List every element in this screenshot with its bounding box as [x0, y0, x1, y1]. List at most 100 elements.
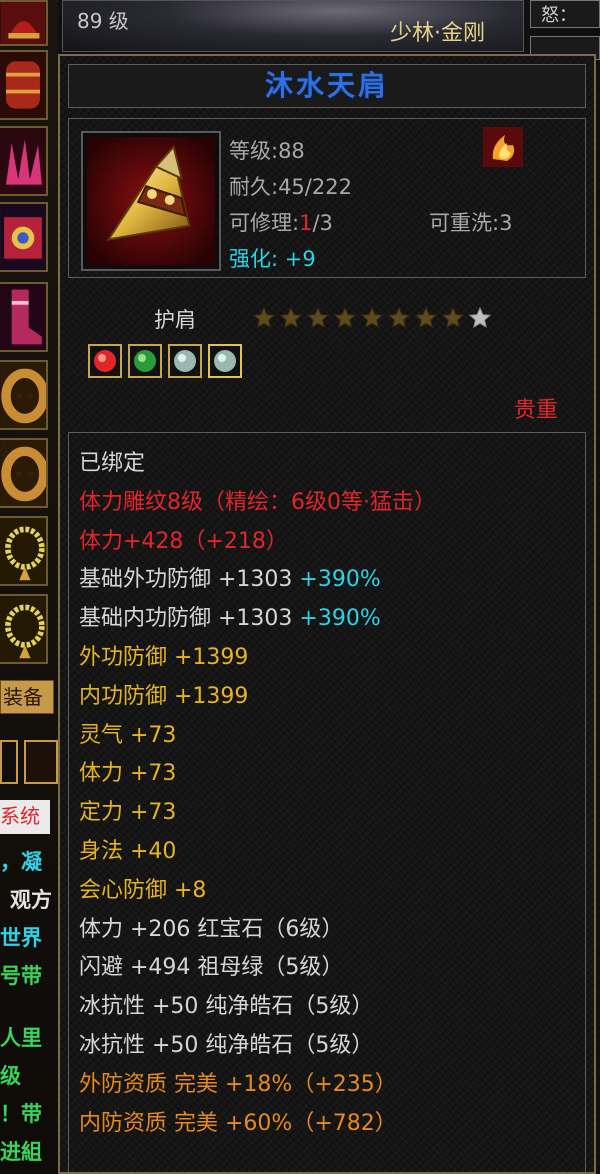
- equip-slot-ring-1[interactable]: [0, 360, 48, 430]
- item-stats-box: 已绑定体力雕纹8级（精绘：6级0等·猛击） 体力+428（+218） 基础外功防御 …: [68, 432, 586, 1172]
- stat-bonus: +390%: [299, 567, 381, 593]
- item-rarity: 贵重: [513, 398, 558, 423]
- gem-sockets: [88, 344, 248, 378]
- item-info-box: 等级:88 耐久:45/222 可修理:1/3 可重洗:3 强化: +9: [68, 118, 586, 278]
- enhance-value: +9: [284, 247, 316, 271]
- shoulder-armor-icon: [87, 137, 215, 265]
- star-rating: [252, 306, 495, 332]
- chat-fragment: 级: [0, 1064, 21, 1088]
- stat-text: 冰抗性 +50 纯净皓石（5级）: [79, 994, 374, 1020]
- equip-slot-amulet-2[interactable]: [0, 594, 48, 664]
- stat-line: 基础外功防御 +1303 +390%: [79, 565, 381, 595]
- gloves-icon: [0, 128, 46, 194]
- stat-text: 内功防御 +1399: [79, 683, 249, 709]
- stat-text: 体力 +206 红宝石（6级）: [79, 916, 344, 942]
- stat-text: 外防资质 完美 +18%（+235）: [79, 1071, 397, 1097]
- strip-system-box[interactable]: 系统: [0, 800, 50, 834]
- stat-text: 外功防御 +1399: [79, 645, 249, 670]
- stat-line: 闪避 +494 祖母绿（5级）: [79, 953, 343, 983]
- equip-slot-boots[interactable]: [0, 282, 48, 352]
- stat-line: 体力 +73: [79, 759, 176, 789]
- chat-fragment: 人里: [0, 1026, 42, 1050]
- star-filled-icon: [414, 306, 438, 329]
- repair-total: /3: [312, 211, 333, 235]
- equip-slot-belt[interactable]: [0, 202, 48, 272]
- equip-slot-amulet-1[interactable]: [0, 516, 48, 586]
- star-filled-icon: [306, 306, 330, 329]
- star-filled-icon: [252, 306, 276, 329]
- stat-line: 外功防御 +1399: [79, 643, 248, 673]
- repair-current: 1: [299, 211, 313, 235]
- red-gem-icon: [88, 344, 122, 378]
- ring-icon: [0, 362, 46, 428]
- equip-slot-gloves[interactable]: [0, 126, 48, 196]
- stat-text: 基础外功防御 +1303: [79, 567, 300, 593]
- bracer-icon: [0, 52, 46, 118]
- rage-label-box: 怒：: [530, 0, 600, 28]
- star-filled-icon: [360, 306, 384, 329]
- stat-line: 身法 +40: [79, 837, 176, 867]
- stat-line: 内功防御 +1399: [79, 682, 248, 712]
- white-gem-icon: [168, 344, 202, 378]
- equip-slot-head[interactable]: [0, 0, 48, 46]
- stat-text: 基础内功防御 +1303: [79, 606, 300, 632]
- chat-fragment: 观方: [10, 888, 52, 912]
- item-tooltip: 沐水天肩 等级:88 耐久:45/222 可修理:1/3 可重洗:3 强化: +…: [58, 54, 596, 1174]
- helmet-icon: [1, 2, 45, 44]
- star-filled-icon: [333, 306, 357, 329]
- stat-line: 外防资质 完美 +18%（+235）: [79, 1070, 397, 1100]
- chat-fragment: 号带: [0, 964, 42, 988]
- stat-text: 会心防御 +8: [79, 877, 207, 903]
- star-filled-icon: [387, 306, 411, 329]
- star-filled-icon: [441, 306, 465, 329]
- stat-line: 内防资质 完美 +60%（+782）: [79, 1109, 397, 1139]
- equip-slot-bracer[interactable]: [0, 50, 48, 120]
- item-repair: 可修理:1/3: [229, 207, 333, 237]
- stat-line: 灵气 +73: [79, 721, 176, 751]
- stat-bonus: +390%: [299, 606, 381, 632]
- character-header: 89 级 少林·金刚: [62, 0, 524, 52]
- character-level: 89 级: [77, 9, 129, 33]
- stat-text: 灵气 +73: [79, 722, 177, 748]
- equip-slot-ring-2[interactable]: [0, 438, 48, 508]
- strip-system-label: 系统: [0, 804, 40, 828]
- stat-text: 体力 +73: [79, 761, 177, 787]
- stat-line: 冰抗性 +50 纯净皓石（5级）: [79, 992, 373, 1022]
- stat-line: 体力+428（+218）: [79, 527, 288, 557]
- item-reroll: 可重洗:3: [429, 211, 513, 235]
- boots-icon: [0, 284, 46, 350]
- chat-fragment: 世界: [0, 926, 42, 950]
- stat-text: 体力+428（+218）: [79, 528, 288, 554]
- strip-button-1[interactable]: [0, 740, 18, 784]
- equipment-tab[interactable]: 装备: [0, 680, 54, 714]
- necklace-icon: [0, 596, 46, 662]
- white-gem-icon: [208, 344, 242, 378]
- stat-line: 体力 +206 红宝石（6级）: [79, 915, 343, 945]
- item-enhance: 强化: +9: [229, 243, 316, 273]
- stat-text: 闪避 +494 祖母绿（5级）: [79, 955, 344, 981]
- strip-button-2[interactable]: [24, 740, 58, 784]
- star-filled-icon: [279, 306, 303, 329]
- stat-line: 已绑定: [79, 449, 145, 479]
- equipment-strip: 装备 系统 ，凝 观方 世界 号带 人里 级 ！带 进組: [0, 0, 58, 1174]
- stat-line: 会心防御 +8: [79, 876, 206, 906]
- belt-icon: [0, 204, 46, 270]
- item-slot-type: 护肩: [154, 308, 196, 332]
- rage-label: 怒：: [541, 5, 577, 26]
- stat-text: 定力 +73: [79, 800, 177, 826]
- stat-line: 冰抗性 +50 纯净皓石（5级）: [79, 1031, 373, 1061]
- stat-line: 体力雕纹8级（精绘：6级0等·猛击）: [79, 488, 436, 518]
- chat-fragment: ，凝: [0, 850, 42, 874]
- item-level: 等级:88: [229, 139, 305, 163]
- green-gem-icon: [128, 344, 162, 378]
- ring-icon: [0, 440, 46, 506]
- item-icon-frame: [81, 131, 221, 271]
- stat-text: 内防资质 完美 +60%（+782）: [79, 1110, 397, 1136]
- stat-line: 基础内功防御 +1303 +390%: [79, 604, 381, 634]
- tooltip-title-bar: 沐水天肩: [68, 64, 586, 108]
- stat-text: 身法 +40: [79, 839, 177, 864]
- character-faction: 少林·金刚: [390, 21, 485, 46]
- item-durability: 耐久:45/222: [229, 175, 352, 199]
- repair-label: 可修理:: [229, 211, 300, 235]
- stat-line: 定力 +73: [79, 798, 176, 828]
